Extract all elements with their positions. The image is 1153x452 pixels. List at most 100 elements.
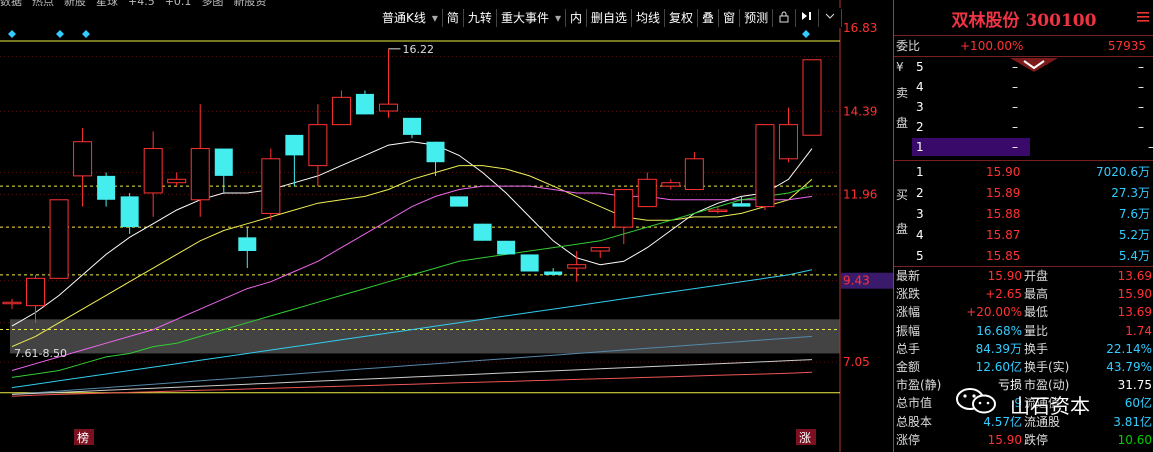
candle[interactable]: [567, 251, 587, 282]
top-menu-item[interactable]: 多图: [201, 0, 223, 6]
price-axis-label: 9.43: [843, 274, 870, 288]
candle[interactable]: [97, 172, 116, 207]
expand-icon[interactable]: [819, 9, 843, 27]
candle[interactable]: [378, 48, 398, 118]
stat-label: 金额: [896, 360, 921, 374]
toolbar-button[interactable]: 删自选: [587, 9, 633, 27]
top-menu-item[interactable]: 星球: [96, 0, 118, 6]
candle[interactable]: [802, 59, 822, 136]
panel-divider: [894, 35, 1153, 36]
stat-value: 43.79%: [1106, 360, 1152, 374]
stat-label: 最高: [1024, 287, 1049, 302]
toolbar-button[interactable]: 预测: [740, 9, 774, 27]
sell-row: 5 – –: [894, 58, 1153, 76]
toolbar-button[interactable]: 复权: [665, 9, 699, 27]
toolbar-button[interactable]: 简: [443, 9, 464, 27]
buy-price: 15.87: [986, 228, 1021, 242]
stat-row: 涨幅 +20.00% 最低 13.69: [894, 303, 1153, 321]
candle[interactable]: [285, 134, 304, 187]
buy-price: 15.90: [986, 165, 1021, 179]
sell-row: 4 – –: [894, 78, 1153, 96]
sell-level: 2: [916, 120, 924, 134]
candle[interactable]: [497, 240, 516, 255]
stat-label: 总股本: [896, 414, 933, 429]
candle[interactable]: [261, 148, 281, 221]
top-menu-item[interactable]: +4.5: [128, 0, 155, 6]
candle[interactable]: [684, 151, 704, 191]
candle[interactable]: [450, 196, 469, 207]
stat-value: 13.69: [1117, 305, 1152, 320]
candle[interactable]: [637, 172, 657, 208]
sell-row: 3 – –: [894, 98, 1153, 116]
top-menu-item[interactable]: 数据: [0, 0, 22, 6]
candle[interactable]: [2, 298, 22, 310]
toolbar-button[interactable]: 叠: [698, 9, 720, 27]
high-annotation: 16.22: [402, 43, 434, 56]
event-marker-icon[interactable]: [802, 30, 810, 38]
stat-label: 最低: [1024, 305, 1049, 320]
toolbar-button[interactable]: 窗: [719, 9, 741, 27]
stat-label: 涨幅: [896, 305, 921, 320]
buy-level: 2: [916, 186, 924, 200]
candle[interactable]: [238, 227, 257, 269]
candle[interactable]: [473, 223, 492, 241]
stat-label: 涨停: [896, 432, 921, 447]
top-menu-item[interactable]: 新股资: [233, 0, 266, 6]
sell-level: 4: [916, 80, 924, 94]
candle[interactable]: [143, 131, 163, 217]
candle[interactable]: [167, 172, 187, 187]
buy-vol: 5.4万: [1118, 249, 1150, 263]
play-pause-icon[interactable]: [796, 9, 820, 27]
top-menu-item[interactable]: 新股: [64, 0, 86, 6]
kline-chart[interactable]: 16.22 7.61-8.50 16.83 14.39 11.96 9.43 7.05 榜 涨: [0, 0, 893, 452]
stat-value: 13.69: [1117, 269, 1152, 283]
candle[interactable]: [403, 117, 421, 139]
watermark: 山石资本: [952, 386, 1152, 418]
candle[interactable]: [544, 268, 563, 275]
top-menu-item[interactable]: 热点: [32, 0, 54, 6]
stat-value: 15.90: [987, 432, 1022, 447]
event-marker-icon[interactable]: [82, 30, 90, 38]
buy-price: 15.88: [986, 207, 1021, 221]
sell-level: 5: [916, 60, 924, 74]
event-marker-icon[interactable]: [8, 30, 16, 38]
buy-level: 4: [916, 228, 924, 242]
candle[interactable]: [190, 104, 210, 217]
candle[interactable]: [708, 206, 728, 214]
stat-row: 总手 84.39万 换手 22.14%: [894, 340, 1153, 358]
toolbar-button[interactable]: 内: [566, 9, 587, 27]
toolbar-button[interactable]: 均线: [632, 9, 666, 27]
buy-row: 2 15.89 27.3万: [894, 184, 1153, 202]
stat-label: 最新: [896, 269, 921, 283]
top-menu-item[interactable]: +0.1: [165, 0, 192, 6]
menu-icon[interactable]: [1136, 10, 1150, 24]
toolbar-button[interactable]: 重大事件: [497, 9, 566, 27]
stat-value: 16.68%: [976, 323, 1022, 338]
candle[interactable]: [755, 124, 775, 211]
event-marker-icon[interactable]: [56, 30, 64, 38]
buy-row: 5 15.85 5.4万: [894, 247, 1153, 265]
candle[interactable]: [520, 254, 539, 272]
candle[interactable]: [308, 104, 328, 187]
stat-value: 12.60亿: [975, 360, 1022, 374]
candle[interactable]: [661, 179, 681, 190]
candle[interactable]: [73, 128, 93, 207]
candle[interactable]: [778, 107, 798, 163]
candle[interactable]: [590, 247, 610, 258]
toolbar-button[interactable]: 普通K线: [378, 9, 443, 27]
buy-row: 1 15.90 7020.6万: [894, 163, 1153, 181]
stat-label: 振幅: [896, 323, 921, 338]
lock-icon[interactable]: [773, 9, 797, 27]
rank-badge[interactable]: 榜: [77, 430, 89, 445]
buy-row: 4 15.87 5.2万: [894, 226, 1153, 244]
limit-badge[interactable]: 涨: [799, 430, 811, 445]
price-axis-label: 7.05: [843, 355, 870, 369]
candle[interactable]: [331, 90, 351, 126]
toolbar-button[interactable]: 九转: [464, 9, 497, 27]
candle[interactable]: [120, 192, 139, 234]
stat-row: 涨停 15.90 跌停 10.60: [894, 431, 1153, 449]
buy-vol: 5.2万: [1118, 228, 1150, 242]
candle[interactable]: [49, 199, 69, 279]
webi-pct: +100.00%: [960, 39, 1024, 53]
candle[interactable]: [355, 90, 374, 115]
